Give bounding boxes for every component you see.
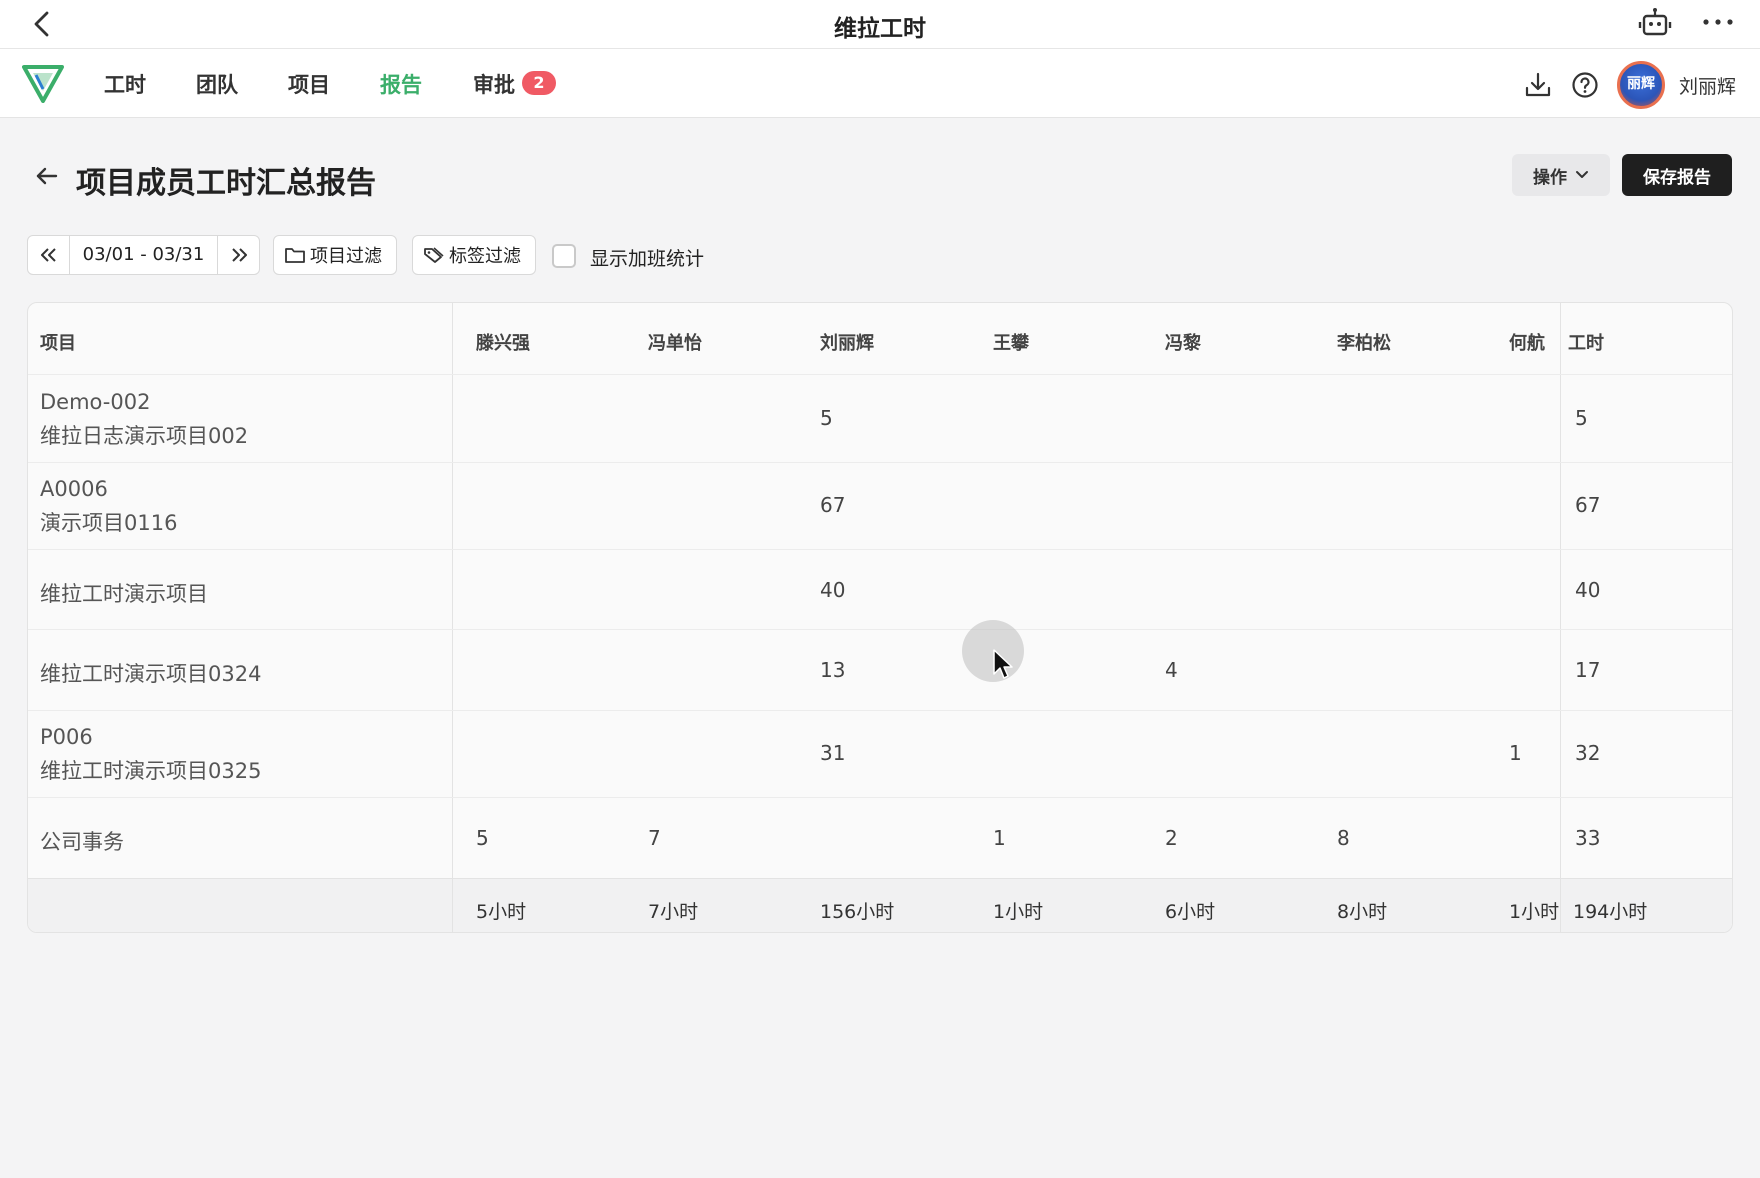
project-name[interactable]: 维拉工时演示项目0324 — [40, 658, 261, 688]
double-chevron-left-icon — [40, 248, 56, 262]
tag-filter-button[interactable]: 标签过滤 — [412, 235, 536, 275]
project-name[interactable]: 维拉日志演示项目002 — [40, 420, 248, 450]
double-chevron-right-icon — [231, 248, 247, 262]
project-name[interactable]: 维拉工时演示项目 — [40, 578, 208, 608]
header-member[interactable]: 何航 — [1509, 329, 1545, 355]
member-total-cell: 6小时 — [1165, 901, 1216, 923]
column-divider — [1560, 303, 1561, 932]
header-member[interactable]: 滕兴强 — [476, 329, 530, 355]
nav-item-team[interactable]: 团队 — [196, 69, 238, 99]
hours-cell: 5 — [820, 406, 833, 430]
hours-cell: 8 — [1337, 826, 1350, 850]
nav-item-timesheet[interactable]: 工时 — [104, 69, 146, 99]
row-total-cell: 33 — [1575, 826, 1601, 850]
operations-label: 操作 — [1533, 167, 1567, 188]
grand-total-cell: 194小时 — [1573, 901, 1648, 923]
date-range-display[interactable]: 03/01 - 03/31 — [69, 236, 218, 274]
project-code[interactable]: A0006 — [40, 477, 108, 501]
page-title: 项目成员工时汇总报告 — [76, 166, 376, 201]
next-period-button[interactable] — [218, 236, 259, 274]
operations-dropdown-button[interactable]: 操作 — [1512, 154, 1610, 196]
row-divider — [28, 629, 1732, 630]
folder-icon — [285, 248, 305, 263]
row-divider — [28, 710, 1732, 711]
title-bar: 维拉工时 — [0, 0, 1760, 49]
download-icon[interactable] — [1524, 71, 1552, 99]
row-total-cell: 32 — [1575, 741, 1601, 765]
member-total-cell: 7小时 — [648, 901, 699, 923]
project-code[interactable]: P006 — [40, 725, 93, 749]
member-total-cell: 156小时 — [820, 901, 895, 923]
project-name[interactable]: 维拉工时演示项目0325 — [40, 755, 261, 785]
more-icon[interactable] — [1700, 11, 1736, 33]
save-report-button[interactable]: 保存报告 — [1622, 154, 1732, 196]
app-title: 维拉工时 — [834, 16, 926, 42]
row-divider — [28, 462, 1732, 463]
row-total-cell: 67 — [1575, 493, 1601, 517]
report-table: 项目 滕兴强 冯单怡 刘丽辉 王攀 冯黎 李柏松 何航 工时 Demo-002 … — [27, 302, 1733, 933]
hours-cell: 13 — [820, 658, 846, 682]
nav-item-reports[interactable]: 报告 — [380, 69, 422, 99]
chevron-down-icon — [1576, 171, 1588, 178]
app-logo-icon[interactable] — [22, 63, 64, 103]
header-member[interactable]: 李柏松 — [1337, 329, 1391, 355]
help-icon[interactable] — [1571, 71, 1599, 99]
avatar[interactable]: 丽辉 — [1617, 61, 1665, 109]
main-nav: 工时 团队 项目 报告 审批 2 丽辉 刘丽辉 — [0, 49, 1760, 118]
column-divider — [452, 303, 453, 932]
back-arrow-icon[interactable] — [34, 164, 60, 188]
hours-cell: 5 — [476, 826, 489, 850]
user-name[interactable]: 刘丽辉 — [1679, 72, 1736, 99]
hours-cell: 2 — [1165, 826, 1178, 850]
row-total-cell: 40 — [1575, 578, 1601, 602]
hours-cell: 4 — [1165, 658, 1178, 682]
project-name[interactable]: 演示项目0116 — [40, 507, 177, 537]
project-filter-label: 项目过滤 — [310, 246, 382, 267]
header-member[interactable]: 冯单怡 — [648, 329, 702, 355]
member-total-cell: 8小时 — [1337, 901, 1388, 923]
nav-item-projects[interactable]: 项目 — [288, 69, 330, 99]
hours-cell: 1 — [993, 826, 1006, 850]
approval-count-badge: 2 — [522, 71, 556, 95]
column-divider — [1560, 878, 1561, 932]
mouse-cursor-icon — [993, 649, 1013, 679]
nav-item-approval[interactable]: 审批 — [473, 69, 515, 99]
row-total-cell: 5 — [1575, 406, 1588, 430]
robot-icon[interactable] — [1638, 7, 1672, 39]
header-member[interactable]: 刘丽辉 — [820, 329, 874, 355]
row-divider — [28, 549, 1732, 550]
header-member[interactable]: 冯黎 — [1165, 329, 1201, 355]
hours-cell: 31 — [820, 741, 846, 765]
header-member[interactable]: 王攀 — [993, 329, 1029, 355]
project-code[interactable]: Demo-002 — [40, 390, 150, 414]
date-range-navigator: 03/01 - 03/31 — [27, 235, 260, 275]
header-project[interactable]: 项目 — [40, 329, 76, 355]
member-total-cell: 1小时 — [1509, 901, 1560, 923]
hours-cell: 1 — [1509, 741, 1522, 765]
hours-cell: 67 — [820, 493, 846, 517]
tag-icon — [424, 247, 444, 263]
member-total-cell: 5小时 — [476, 901, 527, 923]
hours-cell: 40 — [820, 578, 846, 602]
member-total-cell: 1小时 — [993, 901, 1044, 923]
row-divider — [28, 374, 1732, 375]
row-divider — [28, 797, 1732, 798]
overtime-label[interactable]: 显示加班统计 — [590, 244, 704, 271]
header-total-hours[interactable]: 工时 — [1568, 329, 1604, 355]
tag-filter-label: 标签过滤 — [449, 246, 521, 267]
row-total-cell: 17 — [1575, 658, 1601, 682]
overtime-checkbox[interactable] — [552, 244, 576, 268]
project-filter-button[interactable]: 项目过滤 — [273, 235, 397, 275]
project-name[interactable]: 公司事务 — [40, 826, 124, 856]
column-divider — [452, 878, 453, 932]
hours-cell: 7 — [648, 826, 661, 850]
prev-period-button[interactable] — [28, 236, 69, 274]
